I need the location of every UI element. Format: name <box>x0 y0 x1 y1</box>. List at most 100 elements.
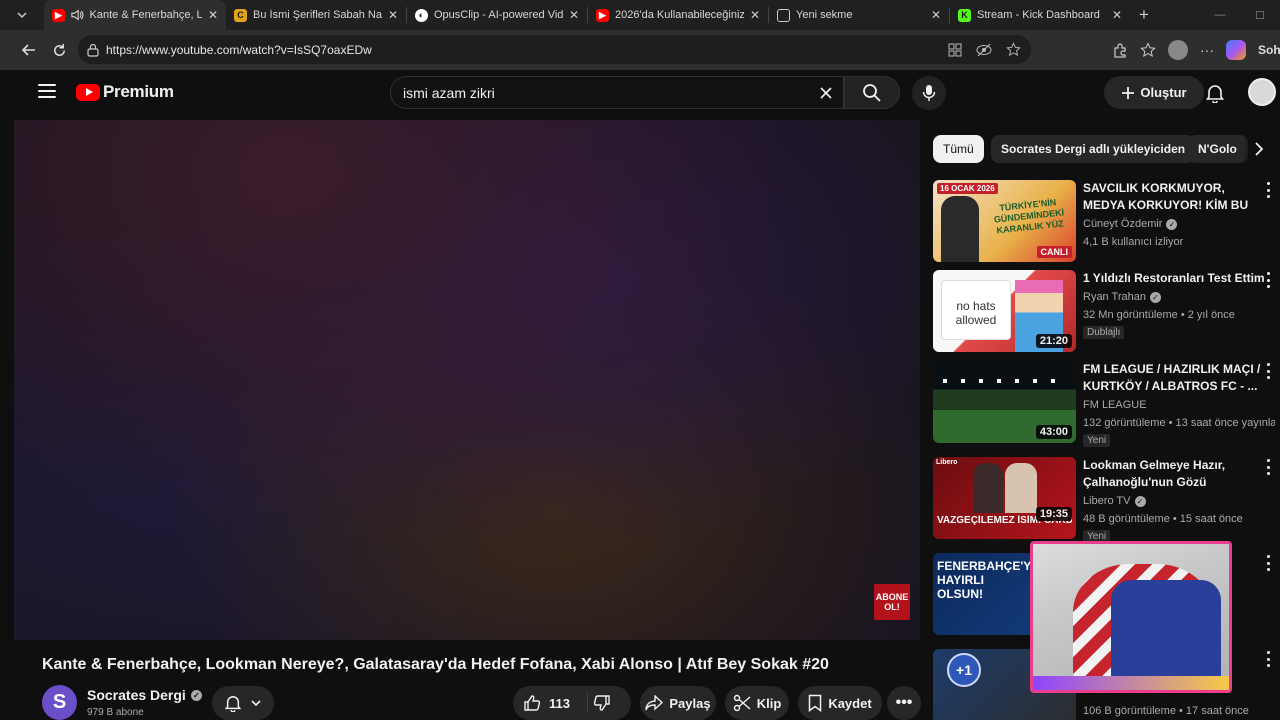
voice-search-button[interactable] <box>912 76 946 110</box>
copilot-icon[interactable] <box>1226 40 1246 60</box>
chip-from-uploader[interactable]: Socrates Dergi adlı yükleyiciden <box>991 135 1196 163</box>
more-options-icon[interactable] <box>1263 272 1273 288</box>
notifications-button[interactable] <box>1202 80 1228 106</box>
account-avatar[interactable] <box>1248 78 1276 106</box>
reload-button[interactable] <box>44 35 74 65</box>
close-tab-icon[interactable]: ✕ <box>388 8 398 22</box>
recommendation-item[interactable]: 43:00 FM LEAGUE / HAZIRLIK MAÇI / KURTKÖ… <box>933 361 1280 447</box>
channel-name[interactable]: Ryan Trahan <box>1083 291 1146 303</box>
app-window: ▶ Kante & Fenerbahçe, Loo ✕ C Bu İsmi Şe… <box>0 0 1280 720</box>
more-options-icon[interactable] <box>1263 459 1273 475</box>
extensions-icon[interactable] <box>1112 42 1128 58</box>
c-icon: C <box>234 8 247 22</box>
clear-search-button[interactable] <box>813 80 839 106</box>
tracking-prevention-icon[interactable] <box>976 43 992 57</box>
maximize-button[interactable]: ☐ <box>1240 0 1280 30</box>
channel-name-row[interactable]: Socrates Dergi ✓ <box>87 687 202 703</box>
copilot-label[interactable]: Soh <box>1258 43 1280 57</box>
url-text: https://www.youtube.com/watch?v=IsSQ7oax… <box>106 42 372 57</box>
site-info-icon[interactable] <box>86 43 100 57</box>
video-title[interactable]: SAVCILIK KORKMUYOR, MEDYA KORKUYOR! KİM … <box>1083 180 1268 216</box>
browser-tab-opusclip[interactable]: ◐ OpusClip - AI-powered Video ✕ <box>407 0 587 30</box>
like-button[interactable]: 113 <box>523 694 570 712</box>
menu-icon[interactable] <box>38 84 56 98</box>
apps-icon[interactable] <box>948 43 962 57</box>
channel-name[interactable]: Cüneyt Özdemir <box>1083 218 1162 230</box>
channel-row[interactable]: Libero TV ✓ <box>1083 495 1146 507</box>
more-actions-button[interactable]: ••• <box>887 686 921 720</box>
more-options-icon[interactable] <box>1263 555 1273 571</box>
video-thumbnail[interactable]: 43:00 <box>933 361 1076 443</box>
subscription-notifications-button[interactable] <box>212 686 274 720</box>
create-button[interactable]: Oluştur <box>1104 76 1204 109</box>
like-count: 113 <box>549 695 570 711</box>
star-icon[interactable] <box>1006 42 1021 57</box>
video-title[interactable]: 1 Yıldızlı Restoranları Test Ettim <box>1083 270 1268 287</box>
video-thumbnail[interactable]: no hats allowed 21:20 <box>933 270 1076 352</box>
browser-tab-kick[interactable]: K Stream - Kick Dashboard ✕ <box>950 0 1130 30</box>
person-figure <box>1005 463 1037 513</box>
back-button[interactable] <box>14 35 44 65</box>
presenter-figure <box>941 196 979 262</box>
webcam-overlay <box>1030 541 1232 693</box>
kick-icon: K <box>958 8 971 22</box>
browser-tab-youtube-kante[interactable]: ▶ Kante & Fenerbahçe, Loo ✕ <box>44 0 226 30</box>
favorites-icon[interactable] <box>1140 42 1156 58</box>
youtube-icon <box>76 83 100 101</box>
more-options-icon[interactable]: ··· <box>1200 42 1214 58</box>
clip-button[interactable]: Klip <box>725 686 789 720</box>
browser-tab-new-tab[interactable]: Yeni sekme ✕ <box>769 0 949 30</box>
browser-tab-ismi-serifleri[interactable]: C Bu İsmi Şerifleri Sabah Namaz ✕ <box>226 0 406 30</box>
search-input[interactable]: ismi azam zikri <box>403 85 495 101</box>
video-thumbnail[interactable]: 16 OCAK 2026 TÜRKİYE'NİN GÜNDEMİNDEKİ KA… <box>933 180 1076 262</box>
more-options-icon[interactable] <box>1263 363 1273 379</box>
chip-all[interactable]: Tümü <box>933 135 984 163</box>
share-button[interactable]: Paylaş <box>640 686 716 720</box>
video-title: Kante & Fenerbahçe, Lookman Nereye?, Gal… <box>42 656 829 673</box>
chips-next-button[interactable] <box>1243 135 1275 163</box>
channel-brand: Libero <box>936 459 958 466</box>
youtube-logo[interactable]: Premium <box>76 82 174 102</box>
dislike-button[interactable] <box>593 694 611 715</box>
channel-name[interactable]: Socrates Dergi <box>87 687 186 703</box>
recommendation-item[interactable]: Libero VAZGEÇİLEMEZ İSİM: CARDI 19:35 Lo… <box>933 457 1280 543</box>
scissors-icon <box>733 694 751 712</box>
recommendation-item[interactable]: 16 OCAK 2026 TÜRKİYE'NİN GÜNDEMİNDEKİ KA… <box>933 180 1280 264</box>
tab-actions-menu-button[interactable] <box>0 0 44 30</box>
close-tab-icon[interactable]: ✕ <box>208 8 218 22</box>
channel-name[interactable]: Libero TV <box>1083 495 1131 507</box>
share-label: Paylaş <box>669 695 711 711</box>
search-box[interactable]: ismi azam zikri <box>390 76 844 109</box>
channel-row[interactable]: Cüneyt Özdemir ✓ <box>1083 218 1178 230</box>
bell-icon <box>1206 85 1224 103</box>
close-tab-icon[interactable]: ✕ <box>1112 8 1122 22</box>
chip-ngolo[interactable]: N'Golo <box>1188 135 1248 163</box>
plus-one-icon: +1 <box>947 653 981 687</box>
new-tab-button[interactable]: + <box>1130 0 1158 30</box>
speaker-icon[interactable] <box>71 9 84 21</box>
address-bar[interactable]: https://www.youtube.com/watch?v=IsSQ7oax… <box>78 35 1031 64</box>
share-icon <box>645 695 664 711</box>
more-options-icon[interactable] <box>1263 182 1273 198</box>
channel-row[interactable]: Ryan Trahan ✓ <box>1083 291 1161 303</box>
tab-title: OpusClip - AI-powered Video <box>434 9 563 21</box>
recommendation-item[interactable]: no hats allowed 21:20 1 Yıldızlı Restora… <box>933 270 1280 354</box>
search-button[interactable] <box>844 76 900 109</box>
close-tab-icon[interactable]: ✕ <box>931 8 941 22</box>
close-tab-icon[interactable]: ✕ <box>750 8 760 22</box>
browser-tab-2026[interactable]: ▶ 2026'da Kullanabileceğiniz En ✕ <box>588 0 768 30</box>
close-tab-icon[interactable]: ✕ <box>569 8 579 22</box>
video-meta: 106 B görüntüleme • 17 saat önce <box>1083 705 1249 717</box>
channel-row[interactable]: FM LEAGUE <box>1083 399 1147 411</box>
video-thumbnail[interactable]: Libero VAZGEÇİLEMEZ İSİM: CARDI 19:35 <box>933 457 1076 539</box>
video-player[interactable]: ABONE OL! <box>14 120 920 640</box>
subscribe-overlay-badge[interactable]: ABONE OL! <box>874 584 910 620</box>
more-options-icon[interactable] <box>1263 651 1273 667</box>
video-title[interactable]: Lookman Gelmeye Hazır, Çalhanoğlu'nun Gö… <box>1083 457 1268 493</box>
video-title[interactable]: FM LEAGUE / HAZIRLIK MAÇI / KURTKÖY / AL… <box>1083 361 1268 395</box>
minimize-button[interactable]: — <box>1200 0 1240 30</box>
save-button[interactable]: Kaydet <box>798 686 882 720</box>
channel-avatar[interactable]: S <box>42 685 77 720</box>
profile-icon[interactable] <box>1168 40 1188 60</box>
channel-name[interactable]: FM LEAGUE <box>1083 399 1147 411</box>
